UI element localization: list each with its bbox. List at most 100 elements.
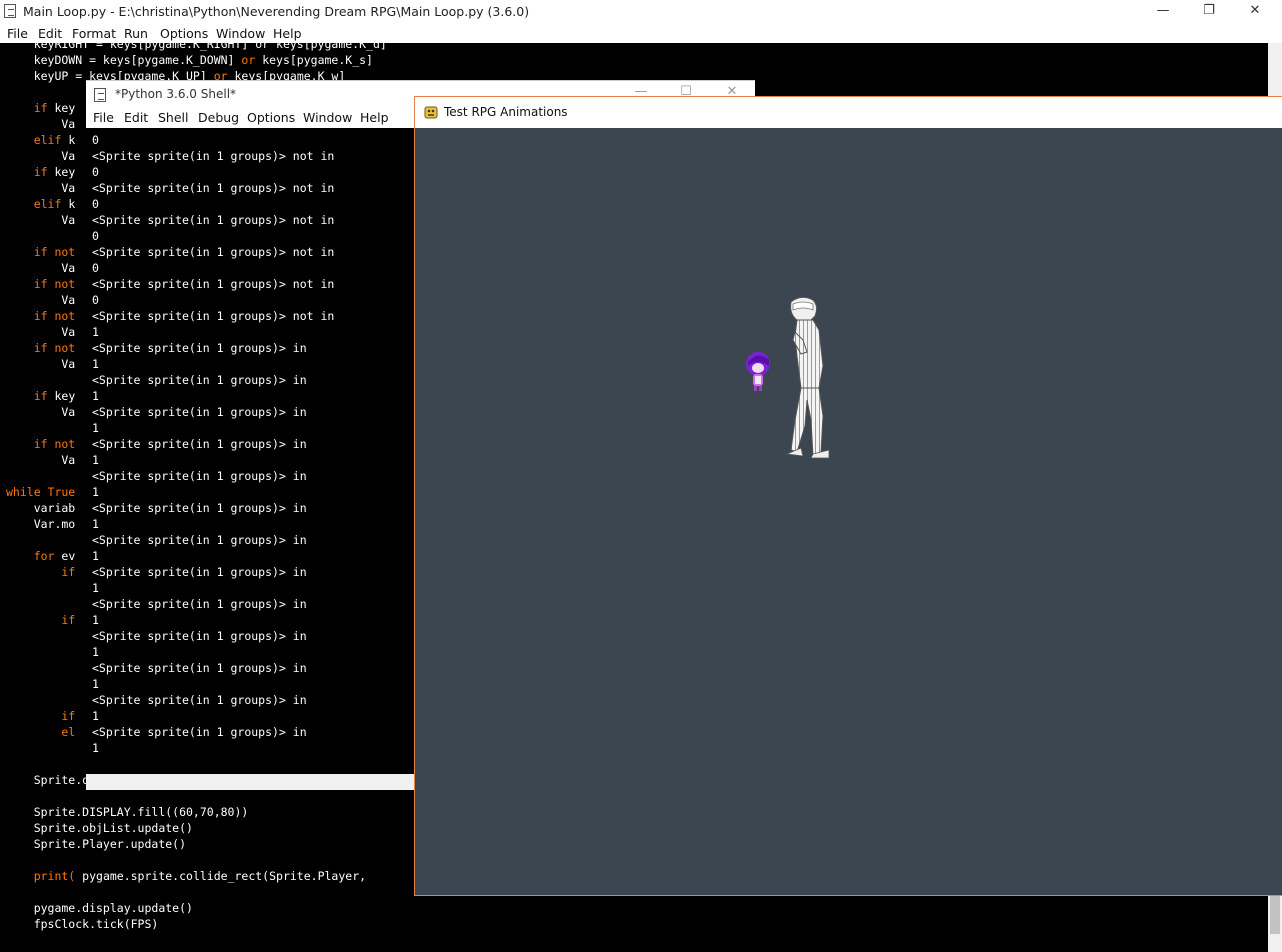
code-line: Var.mo <box>6 516 76 532</box>
code-text: keyDOWN = keys[pygame.K_DOWN] <box>6 53 242 67</box>
code-text: Va <box>6 293 76 307</box>
shell-menu-debug[interactable]: Debug <box>198 110 239 125</box>
shell-output-line: <Sprite sprite(in 1 groups)> not in <box>92 277 335 291</box>
menu-edit[interactable]: Edit <box>38 26 62 41</box>
code-text: Va <box>6 405 76 419</box>
shell-output-line: <Sprite sprite(in 1 groups)> in <box>92 565 307 579</box>
menu-run[interactable]: Run <box>124 26 148 41</box>
code-line: Va <box>6 260 75 276</box>
code-line: if not <box>6 436 76 452</box>
shell-output-line: <Sprite sprite(in 1 groups)> in <box>92 597 307 611</box>
code-line: if key <box>6 100 76 116</box>
code-text: ev <box>54 549 76 563</box>
code-text: k <box>61 197 76 211</box>
pygame-window: Test RPG Animations <box>414 96 1282 896</box>
shell-output-line: 1 <box>92 453 99 467</box>
code-text: Va <box>6 213 76 227</box>
game-title: Test RPG Animations <box>444 105 568 119</box>
code-text: Sprite.DISPLAY.fill((60,70,80)) <box>6 805 249 819</box>
shell-output[interactable]: 0 <Sprite sprite(in 1 groups)> not in 0 <Sp… <box>86 128 414 774</box>
player-sprite <box>746 352 770 391</box>
shell-output-line: 1 <box>92 517 99 531</box>
code-text: key <box>47 389 76 403</box>
code-text: key <box>47 101 76 115</box>
code-line: Va <box>6 292 75 308</box>
shell-output-line: <Sprite sprite(in 1 groups)> in <box>92 693 307 707</box>
shell-output-line: 0 <box>92 261 99 275</box>
menu-window[interactable]: Window <box>216 26 265 41</box>
shell-menu-window[interactable]: Window <box>303 110 352 125</box>
code-line: if not <box>6 340 76 356</box>
code-text: Va <box>6 325 76 339</box>
code-line: fpsClock.tick(FPS) <box>6 916 159 932</box>
code-text: fpsClock.tick(FPS) <box>6 917 159 931</box>
restore-button[interactable]: ❐ <box>1186 0 1232 24</box>
shell-menu-shell[interactable]: Shell <box>158 110 189 125</box>
game-canvas[interactable] <box>415 128 1282 895</box>
menu-format[interactable]: Format <box>72 26 116 41</box>
menu-file[interactable]: File <box>7 26 28 41</box>
code-text: pygame.display.update() <box>6 901 193 915</box>
code-keyword: if not <box>6 341 76 355</box>
shell-output-line: <Sprite sprite(in 1 groups)> in <box>92 373 307 387</box>
shell-output-line: 1 <box>92 613 99 627</box>
code-line: Sprite.Player.update() <box>6 836 186 852</box>
shell-output-line: 1 <box>92 741 99 755</box>
editor-title: Main Loop.py - E:\christina\Python\Never… <box>23 4 530 19</box>
code-text: Va <box>6 453 76 467</box>
shell-output-line: <Sprite sprite(in 1 groups)> in <box>92 469 307 483</box>
code-keyword: if not <box>6 309 76 323</box>
code-text: Va <box>6 181 76 195</box>
shell-output-line: 0 <box>92 229 99 243</box>
python-shell-icon <box>94 88 106 102</box>
game-titlebar[interactable]: Test RPG Animations <box>415 97 1282 128</box>
shell-menu-file[interactable]: File <box>93 110 114 125</box>
code-line: Va <box>6 324 75 340</box>
code-keyword: if <box>6 709 76 723</box>
shell-output-line: 1 <box>92 581 99 595</box>
shell-menu-edit[interactable]: Edit <box>124 110 148 125</box>
code-line: if <box>6 708 75 724</box>
code-keyword: for <box>6 549 55 563</box>
code-line: Va <box>6 148 75 164</box>
shell-menu-help[interactable]: Help <box>360 110 389 125</box>
shell-output-line: <Sprite sprite(in 1 groups)> not in <box>92 213 335 227</box>
code-keyword: if not <box>6 277 76 291</box>
code-line: keyRIGHT = keys[pygame.K_RIGHT] or keys[… <box>6 43 387 52</box>
code-line: variab <box>6 500 76 516</box>
code-keyword: while True <box>6 485 76 499</box>
minimize-button[interactable]: — <box>1140 0 1186 24</box>
code-line: if <box>6 612 75 628</box>
shell-output-line: 1 <box>92 677 99 691</box>
shell-output-line: <Sprite sprite(in 1 groups)> in <box>92 437 307 451</box>
shell-output-line: 1 <box>92 549 99 563</box>
code-keyword: elif <box>6 197 62 211</box>
shell-output-line: 1 <box>92 389 99 403</box>
code-line: elif k <box>6 196 76 212</box>
code-keyword: el <box>6 725 76 739</box>
code-line: if not <box>6 244 76 260</box>
shell-output-line: 0 <box>92 293 99 307</box>
shell-horizontal-scrollbar[interactable] <box>86 774 414 790</box>
shell-menu-options[interactable]: Options <box>247 110 295 125</box>
code-text: Var.mo <box>6 517 76 531</box>
code-line: Sprite.objList.update() <box>6 820 193 836</box>
code-line: while True <box>6 484 75 500</box>
code-line: Va <box>6 212 75 228</box>
shell-output-line: <Sprite sprite(in 1 groups)> not in <box>92 309 335 323</box>
code-keyword: if not <box>6 437 76 451</box>
editor-scrollbar-thumb[interactable] <box>1270 890 1280 934</box>
code-line: el <box>6 724 75 740</box>
editor-titlebar[interactable]: Main Loop.py - E:\christina\Python\Never… <box>0 0 1282 24</box>
menu-help[interactable]: Help <box>273 26 302 41</box>
code-line: pygame.display.update() <box>6 900 193 916</box>
code-keyword: if <box>6 165 48 179</box>
menu-options[interactable]: Options <box>160 26 208 41</box>
code-line: if key <box>6 164 76 180</box>
code-keyword: if <box>6 389 48 403</box>
close-button[interactable]: ✕ <box>1232 0 1278 24</box>
editor-menubar: File Edit Format Run Options Window Help <box>0 24 1282 44</box>
code-keyword: if not <box>6 245 76 259</box>
code-keyword: elif <box>6 133 62 147</box>
code-line: Va <box>6 356 75 372</box>
